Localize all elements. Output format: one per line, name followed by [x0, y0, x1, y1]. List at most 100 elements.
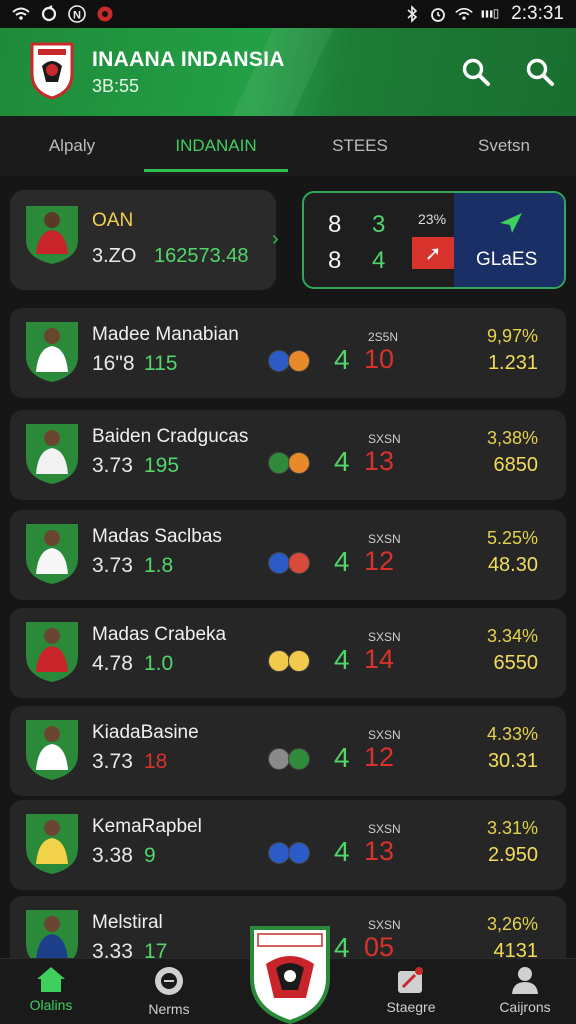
stat-percent: 3,38%: [486, 428, 538, 448]
search-icon: [462, 58, 490, 86]
nav-staegre[interactable]: Staegre: [366, 965, 456, 1015]
player-row[interactable]: KemaRapbel 3.38 9 SXSN 4 13 3.31% 2.950: [10, 800, 566, 890]
app-header: INAANA INDANSIA 3B:55: [0, 28, 576, 116]
player-row[interactable]: Madas Crabeka 4.78 1.0 SXSN 4 14 3.34% 6…: [10, 608, 566, 698]
search-button-secondary[interactable]: [520, 52, 560, 92]
form-icons: [268, 552, 310, 574]
form-icons: [268, 452, 310, 474]
send-icon: [500, 213, 522, 233]
tab-bar: Alpaly INDANAIN STEES Svetsn: [0, 116, 576, 176]
score-value: 4: [372, 247, 386, 274]
nav-nerms[interactable]: Nerms: [124, 965, 214, 1017]
stat-percent: 3.31%: [486, 818, 538, 838]
stat-score: 12: [364, 546, 395, 576]
player-row[interactable]: Baiden Cradgucas 3.73 195 SXSN 4 13 3,38…: [10, 410, 566, 500]
club-badge-icon: [268, 350, 290, 372]
team-crest-button[interactable]: [248, 924, 332, 1024]
score-card[interactable]: 8 3 8 4 23% ➚ GLaES: [302, 191, 566, 289]
stat-total: 6850: [493, 454, 539, 476]
form-icons: [268, 748, 310, 770]
player-avatar: [26, 524, 78, 584]
featured-player-total: 162573.48: [154, 245, 249, 267]
sync-icon: [40, 5, 58, 23]
tab-alpaly[interactable]: Alpaly: [0, 116, 144, 176]
team-crest-icon[interactable]: [28, 42, 76, 100]
player-avatar: [26, 720, 78, 780]
nav-label: Nerms: [148, 1001, 190, 1017]
player-row[interactable]: Madas Saclbas 3.73 1.8 SXSN 4 12 5.25% 4…: [10, 510, 566, 600]
player-avatar: [26, 206, 78, 264]
player-avatar: [26, 322, 78, 382]
featured-player-card[interactable]: OAN 3.ZO 162573.48: [10, 190, 276, 290]
player-row[interactable]: KiadaBasine 3.73 18 SXSN 4 12 4.33% 30.3…: [10, 706, 566, 796]
stat-tag: SXSN: [368, 728, 401, 742]
stat-score: 13: [364, 446, 395, 476]
tab-stees[interactable]: STEES: [288, 116, 432, 176]
player-points: 18: [144, 750, 168, 773]
score-value: 8: [328, 211, 342, 238]
player-rating: 3.73: [92, 454, 133, 477]
stat-percent: 3.34%: [486, 626, 538, 646]
club-badge-icon: [268, 452, 290, 474]
stat-goals: 4: [334, 836, 350, 867]
signal-icon: [455, 5, 473, 23]
player-points: 1.0: [144, 652, 174, 675]
club-badge-icon: [288, 748, 310, 770]
stat-percent: 5.25%: [486, 528, 538, 548]
stat-total: 30.31: [487, 750, 538, 772]
featured-player-value: 3.ZO: [92, 245, 137, 267]
nav-label: Staegre: [386, 999, 436, 1015]
trend-arrow-icon: ➚: [412, 237, 454, 269]
player-avatar: [26, 424, 78, 484]
player-rating: 16"8: [92, 352, 135, 375]
player-name: KemaRapbel: [92, 816, 202, 837]
stat-total: 48.30: [487, 554, 538, 576]
status-time: 2:3:31: [511, 3, 564, 24]
player-name: Baiden Cradgucas: [92, 426, 249, 447]
nav-olalins[interactable]: Olalins: [6, 965, 96, 1013]
score-value: 8: [328, 247, 342, 274]
score-grid: 8 3 8 4: [328, 207, 390, 279]
stat-total: 1.231: [487, 352, 538, 374]
score-value: 3: [372, 211, 386, 238]
stat-tag: 2S5N: [368, 330, 399, 344]
tab-svetsn[interactable]: Svetsn: [432, 116, 576, 176]
player-name: Madas Saclbas: [92, 526, 222, 547]
player-rating: 3.73: [92, 554, 133, 577]
club-badge-icon: [288, 842, 310, 864]
stat-tag: SXSN: [368, 532, 401, 546]
page-subtitle: 3B:55: [92, 76, 140, 96]
search-icon: [526, 58, 554, 86]
club-badge-icon: [268, 748, 290, 770]
stat-goals: 4: [334, 742, 350, 773]
player-points: 1.8: [144, 554, 174, 577]
player-rating: 4.78: [92, 652, 133, 675]
club-badge-icon: [288, 552, 310, 574]
player-points: 115: [144, 352, 178, 375]
stat-tag: SXSN: [368, 822, 401, 836]
player-name: Melstiral: [92, 912, 163, 933]
stat-goals: 4: [334, 644, 350, 675]
alarm-icon: [429, 5, 447, 23]
tab-indanain[interactable]: INDANAIN: [144, 116, 288, 176]
search-button[interactable]: [456, 52, 496, 92]
ball-icon: [155, 967, 183, 995]
nav-caijrons[interactable]: Caijrons: [480, 965, 570, 1015]
club-badge-icon: [288, 452, 310, 474]
stat-score: 13: [364, 836, 395, 866]
stat-score: 14: [364, 644, 395, 674]
player-points: 9: [144, 844, 156, 867]
player-row[interactable]: Madee Manabian 16"8 115 2S5N 4 10 9,97% …: [10, 308, 566, 398]
goals-label: GLaES: [476, 249, 538, 270]
goals-panel[interactable]: GLaES: [454, 193, 564, 287]
player-points: 195: [144, 454, 180, 477]
stat-score: 12: [364, 742, 395, 772]
svg-text:N: N: [73, 10, 81, 22]
stat-score: 10: [364, 344, 395, 374]
nav-label: Caijrons: [499, 999, 551, 1015]
featured-player-name: OAN: [92, 210, 134, 231]
stat-goals: 4: [334, 546, 350, 577]
battery-icon: [481, 5, 499, 23]
chevron-right-icon: ›: [272, 228, 279, 250]
player-avatar: [26, 622, 78, 682]
